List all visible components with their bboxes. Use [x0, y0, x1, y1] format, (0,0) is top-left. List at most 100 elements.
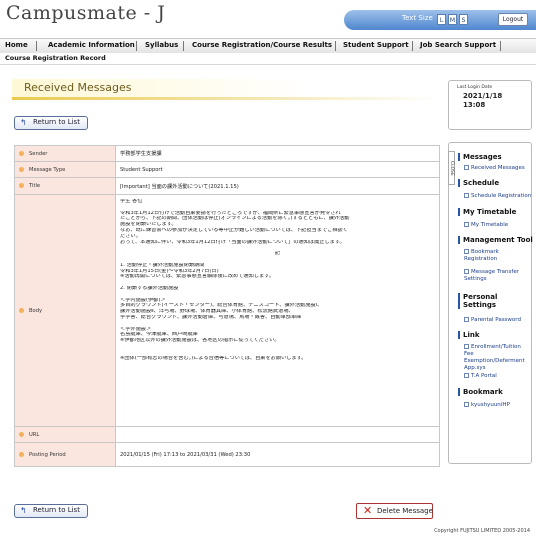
nav-divider	[136, 41, 137, 51]
nav-student-support[interactable]: Student Support	[343, 41, 409, 49]
menu-link-label: Enrollment/Tuition Fee Exemption/Deferme…	[464, 344, 525, 371]
sender-label-cell: Sender	[14, 145, 116, 162]
menu-link-label: My Timetable	[471, 222, 509, 228]
menu-link-label: Bookmark Registration	[464, 249, 499, 262]
text-size-small-button[interactable]: S	[459, 14, 468, 25]
link-marker-icon	[464, 222, 469, 227]
bullet-icon	[19, 307, 24, 313]
url-label: URL	[29, 431, 40, 438]
close-sidebar-tab[interactable]: CLOSE	[448, 151, 455, 185]
menu-link-label: Parental Password	[471, 317, 521, 323]
link-marker-icon	[464, 317, 469, 322]
last-login-panel: Last Login Date 2021/1/18 13:08	[448, 80, 532, 130]
logout-button[interactable]: Logout	[498, 13, 528, 26]
delete-message-button[interactable]: ✕ Delete Message	[356, 503, 433, 519]
table-row: Message Type Student Support	[14, 161, 440, 178]
last-login-label: Last Login Date	[457, 85, 493, 90]
message-type-label: Message Type	[29, 166, 66, 173]
page-title-bar: Received Messages	[12, 79, 440, 100]
last-login-date: 2021/1/18	[463, 92, 503, 100]
side-menu-panel: CLOSE Messages Received Messages Schedul…	[448, 142, 533, 464]
page-title: Received Messages	[24, 81, 132, 94]
subnav-course-registration-record[interactable]: Course Registration Record	[5, 54, 106, 62]
table-row: Body 学生 各位 令和3年1月12日付けで活動自粛要請を行ったところですが、…	[14, 194, 440, 427]
table-row: Sender 学務部学生支援課	[14, 145, 440, 162]
main-content: Received Messages ↰ Return to List Sende…	[8, 70, 445, 525]
copyright-footer: Copyright FUJITSU LIMITED 2005-2014	[434, 528, 530, 534]
nav-divider	[412, 41, 413, 51]
url-value	[115, 426, 440, 443]
table-row: Title [Important] 当面の課外活動について(2021.1.15)	[14, 177, 440, 195]
nav-divider	[500, 41, 501, 51]
menu-link-kyushyuunihp[interactable]: kyushyuuniHP	[464, 402, 510, 409]
menu-heading-messages: Messages	[458, 153, 502, 161]
body-label-cell: Body	[14, 194, 116, 427]
link-marker-icon	[464, 165, 469, 170]
return-arrow-icon: ↰	[20, 118, 27, 127]
menu-link-schedule-registration[interactable]: Schedule Registration	[464, 193, 531, 200]
app-logo: Campusmate - J	[6, 2, 166, 24]
link-marker-icon	[464, 269, 469, 274]
menu-heading-management-tool: Management Tool	[458, 236, 533, 244]
bullet-icon	[19, 166, 24, 172]
menu-link-my-timetable[interactable]: My Timetable	[464, 222, 508, 229]
menu-link-received-messages[interactable]: Received Messages	[464, 165, 525, 172]
menu-link-parental-password[interactable]: Parental Password	[464, 317, 521, 324]
text-size-large-button[interactable]: L	[437, 14, 446, 25]
link-marker-icon	[464, 193, 469, 198]
bullet-icon	[19, 431, 24, 437]
nav-divider	[335, 41, 336, 51]
menu-heading-bookmark: Bookmark	[458, 388, 503, 396]
body-label: Body	[29, 307, 43, 314]
menu-link-enrollment-tuition[interactable]: Enrollment/Tuition Fee Exemption/Deferme…	[464, 344, 528, 372]
text-size-medium-button[interactable]: M	[448, 14, 457, 25]
top-utility-bar: Text Size L M S Logout	[344, 10, 536, 30]
return-to-list-button-top[interactable]: ↰ Return to List	[14, 116, 88, 130]
url-label-cell: URL	[14, 426, 116, 443]
menu-heading-personal-settings: Personal Settings	[458, 293, 523, 309]
delete-message-label: Delete Message	[377, 507, 433, 515]
main-nav: Home Academic Information Syllabus Cours…	[0, 38, 536, 54]
body-value: 学生 各位 令和3年1月12日付けで活動自粛要請を行ったところですが、福岡県に緊…	[115, 194, 440, 427]
text-size-label: Text Size	[402, 14, 433, 22]
bullet-icon	[19, 183, 24, 188]
message-detail-table: Sender 学務部学生支援課 Message Type Student Sup…	[14, 145, 440, 467]
menu-link-label: T.A Portal	[471, 373, 497, 379]
menu-link-label: kyushyuuniHP	[471, 402, 510, 408]
menu-link-label: Message Transfer Settings	[464, 269, 519, 282]
return-to-list-button-bottom[interactable]: ↰ Return to List	[14, 504, 88, 518]
bullet-icon	[19, 150, 24, 156]
menu-link-message-transfer-settings[interactable]: Message Transfer Settings	[464, 269, 528, 283]
nav-home[interactable]: Home	[5, 41, 28, 49]
link-marker-icon	[464, 402, 469, 407]
return-to-list-label: Return to List	[33, 506, 80, 514]
title-label: Title	[29, 183, 41, 189]
delete-x-icon: ✕	[363, 504, 373, 517]
menu-link-label: Received Messages	[471, 165, 525, 171]
menu-heading-schedule: Schedule	[458, 179, 499, 187]
link-marker-icon	[464, 344, 469, 349]
return-arrow-icon: ↰	[20, 506, 27, 515]
posting-period-label: Posting Period	[29, 451, 66, 458]
return-to-list-label: Return to List	[33, 118, 80, 126]
title-value: [Important] 当面の課外活動について(2021.1.15)	[115, 177, 440, 195]
menu-heading-my-timetable: My Timetable	[458, 208, 516, 216]
link-marker-icon	[464, 373, 469, 378]
posting-period-value: 2021/01/15 (Fri) 17:13 to 2021/03/31 (We…	[115, 442, 440, 467]
menu-heading-link: Link	[458, 331, 480, 339]
message-body-text: 学生 各位 令和3年1月12日付けで活動自粛要請を行ったところですが、福岡県に緊…	[120, 199, 435, 361]
sender-value: 学務部学生支援課	[115, 145, 440, 162]
nav-syllabus[interactable]: Syllabus	[145, 41, 178, 49]
menu-link-label: Schedule Registration	[471, 193, 532, 199]
title-label-cell: Title	[14, 177, 116, 195]
nav-academic-information[interactable]: Academic Information	[48, 41, 135, 49]
nav-job-search-support[interactable]: Job Search Support	[420, 41, 496, 49]
menu-link-ta-portal[interactable]: T.A Portal	[464, 373, 497, 380]
link-marker-icon	[464, 249, 469, 254]
nav-course-registration[interactable]: Course Registration/Course Results	[192, 41, 332, 49]
bullet-icon	[19, 451, 24, 457]
message-type-label-cell: Message Type	[14, 161, 116, 178]
table-row: URL	[14, 426, 440, 443]
menu-link-bookmark-registration[interactable]: Bookmark Registration	[464, 249, 528, 263]
header: Campusmate - J Text Size L M S Logout	[0, 0, 536, 38]
